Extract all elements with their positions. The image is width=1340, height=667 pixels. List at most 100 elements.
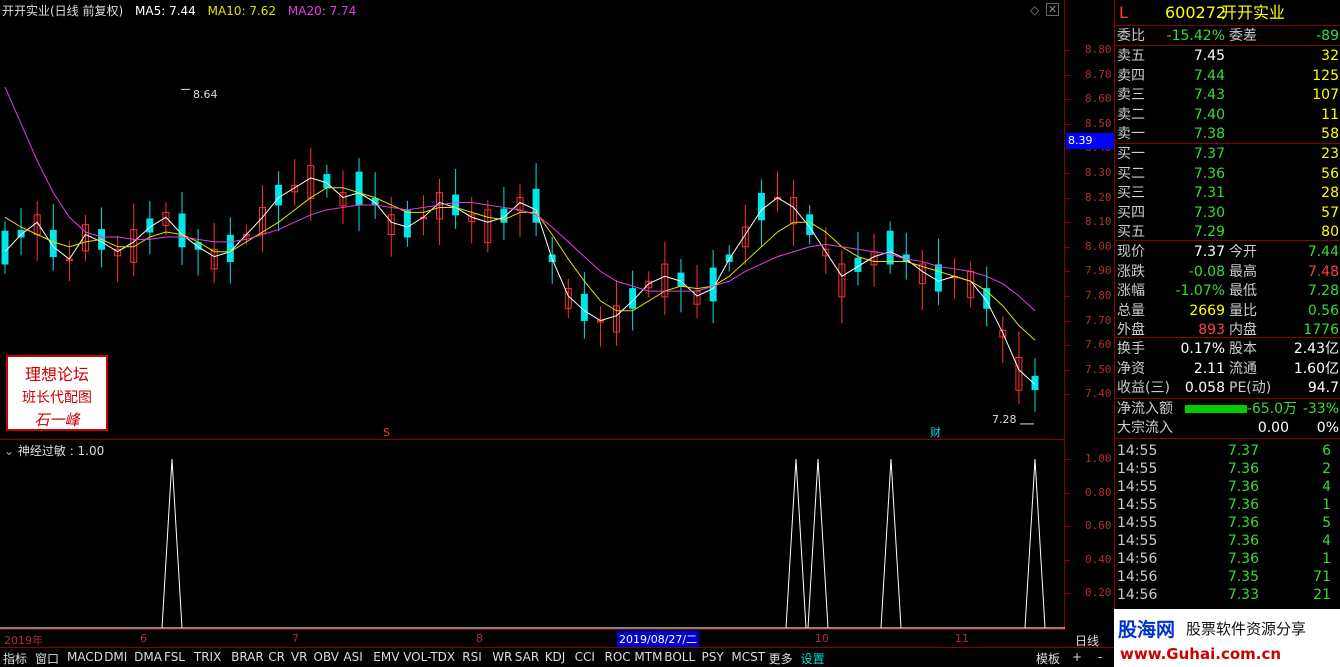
toolbar-btn[interactable]: MCST (731, 650, 765, 664)
stat-row: 净资 2.11 流通 1.60亿 (1115, 360, 1340, 378)
toolbar-btn[interactable]: 指标 (3, 650, 27, 667)
stat-value: 2669 (1189, 302, 1225, 319)
bid-row: 买二 7.36 56 (1115, 165, 1340, 183)
price-axis-label: 8.30 (1085, 166, 1112, 179)
close-icon[interactable]: ✕ (1046, 3, 1059, 16)
toolbar-btn[interactable]: EMV (373, 650, 399, 664)
candle-body (178, 213, 186, 248)
site-ad-banner: 股海网 股票软件资源分享 www.Guhai.com.cn (1114, 609, 1340, 667)
bid-label: 买二 (1117, 165, 1145, 182)
chevron-down-icon[interactable]: ⌄ (4, 444, 18, 458)
diamond-icon[interactable]: ◇ (1030, 3, 1039, 17)
ask-volume: 32 (1321, 48, 1339, 64)
period-button[interactable]: 日线 (1075, 632, 1099, 649)
toolbar-btn[interactable]: VOL-TDX (403, 650, 455, 664)
toolbar-btn[interactable]: CCI (575, 650, 595, 664)
finance-marker[interactable]: 财 (930, 424, 941, 440)
toolbar-btn[interactable]: DMA (134, 650, 162, 664)
watermark-signature: 石一峰 (34, 411, 80, 429)
toolbar-btn[interactable]: ASI (343, 650, 362, 664)
ask-price: 7.38 (1193, 126, 1225, 142)
ad-brand: 股海网 (1118, 619, 1176, 641)
weibi-label: 委比 (1117, 28, 1145, 44)
price-axis-label: 8.70 (1085, 67, 1112, 81)
indicator-chart[interactable] (0, 440, 1065, 630)
plus-icon[interactable]: + (1072, 650, 1082, 664)
stat-label: 现价 (1117, 244, 1145, 260)
stat-label: 收益(三) (1117, 380, 1170, 396)
price-axis-label: 8.20 (1085, 190, 1112, 204)
price-axis-tick (1065, 99, 1070, 101)
toolbar-btn[interactable]: SAR (515, 650, 539, 664)
toolbar-btn[interactable]: BRAR (231, 650, 264, 664)
stat-value: -0.08 (1188, 263, 1225, 280)
stat-value: -1.07% (1175, 283, 1225, 299)
tick-volume: 6 (1322, 443, 1331, 459)
chart-header: 开开实业(日线 前复权) MA5: 7.44 MA10: 7.62 MA20: … (2, 2, 364, 19)
tick-price: 7.37 (1227, 443, 1259, 459)
toolbar-btn[interactable]: 设置 (801, 650, 825, 667)
stat-row: 收益(三) 0.058 PE(动) 94.7 (1115, 379, 1340, 397)
bid-price: 7.30 (1193, 204, 1225, 221)
price-axis-label: 7.90 (1085, 264, 1112, 278)
stat-label: 股本 (1229, 341, 1257, 357)
candle-body (580, 293, 588, 322)
net-flow-bar (1185, 405, 1247, 413)
stat-label: PE(动) (1229, 380, 1272, 396)
toolbar-btn[interactable]: BOLL (664, 650, 695, 664)
toolbar-btn[interactable]: FSL (164, 650, 185, 664)
tick-time: 14:55 (1117, 479, 1158, 495)
minus-icon[interactable]: - (1098, 650, 1102, 664)
ask-row: 卖二 7.40 11 (1115, 106, 1340, 124)
stat-label: 量比 (1229, 302, 1257, 319)
toolbar-btn[interactable]: CR (268, 650, 285, 664)
tick-volume: 71 (1313, 569, 1331, 585)
stat-row: 换手 0.17% 股本 2.43亿 (1115, 340, 1340, 358)
price-axis-label: 8.10 (1085, 215, 1112, 229)
price-axis-label: 7.80 (1085, 289, 1112, 302)
price-axis-label: 8.80 (1085, 43, 1112, 56)
tick-price: 7.36 (1227, 533, 1259, 549)
indicator-axis-label: 1.00 (1085, 452, 1112, 465)
tick-time: 14:55 (1117, 443, 1158, 459)
toolbar-btn[interactable]: PSY (702, 650, 724, 664)
x-axis: 2019年 6 7 8 2019/08/27/二 10 11 日线 (0, 630, 1114, 648)
toolbar-btn[interactable]: VR (291, 650, 308, 664)
candle-body (275, 184, 283, 206)
block-flow-label: 大宗流入 (1117, 420, 1173, 436)
toolbar-btn[interactable]: OBV (314, 650, 340, 664)
net-flow-pct: -33% (1302, 401, 1339, 417)
indicator-axis-label: 0.60 (1085, 519, 1112, 533)
price-axis-tick (1065, 296, 1070, 297)
toolbar-btn[interactable]: 模板 (1036, 650, 1060, 667)
toolbar-btn[interactable]: KDJ (545, 650, 566, 664)
ask-label: 卖三 (1117, 87, 1145, 103)
tick-time: 14:55 (1117, 461, 1158, 477)
toolbar-btn[interactable]: RSI (462, 650, 482, 664)
toolbar-btn[interactable]: DMI (104, 650, 127, 664)
toolbar-btn[interactable]: 更多 (769, 650, 793, 667)
stock-code: 600272 (1165, 3, 1227, 22)
price-axis-tick (1065, 394, 1070, 396)
price-chart[interactable] (0, 0, 1065, 440)
watermark-line2: 班长代配图 (22, 390, 92, 406)
toolbar-btn[interactable]: TRIX (194, 650, 221, 664)
tick-price: 7.36 (1227, 551, 1259, 567)
bid-volume: 80 (1321, 224, 1339, 240)
toolbar-btn[interactable]: ROC (605, 650, 631, 664)
weicha-label: 委差 (1229, 28, 1257, 44)
tick-row: 14:55 7.36 4 (1115, 478, 1340, 496)
toolbar-btn[interactable]: MACD (67, 650, 103, 664)
forum-watermark: 理想论坛 班长代配图 石一峰 (6, 355, 108, 431)
ask-price: 7.40 (1193, 106, 1225, 123)
toolbar-btn[interactable]: 窗口 (35, 650, 59, 667)
toolbar-btn[interactable]: WR (492, 650, 512, 664)
ma20-label: MA20: 7.74 (287, 4, 357, 18)
ask-row: 卖四 7.44 125 (1115, 67, 1340, 85)
ask-price: 7.44 (1193, 67, 1225, 84)
ask-price: 7.43 (1193, 87, 1225, 103)
toolbar-btn[interactable]: MTM (634, 650, 662, 664)
tick-row: 14:56 7.36 1 (1115, 550, 1340, 568)
bid-price: 7.37 (1193, 146, 1225, 162)
ask-volume: 11 (1321, 106, 1339, 123)
